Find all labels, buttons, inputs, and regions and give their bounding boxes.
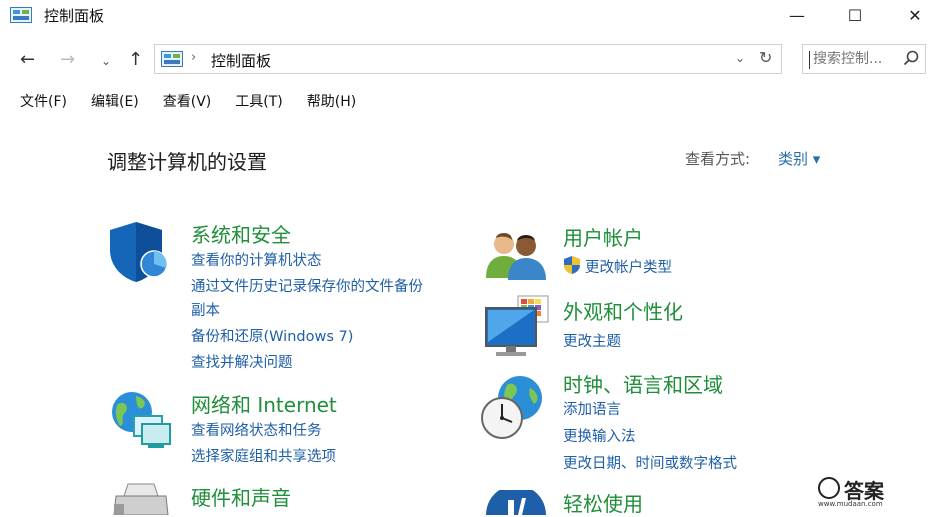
- link-change-input-method[interactable]: 更换输入法: [563, 425, 636, 446]
- network-internet-title[interactable]: 网络和 Internet: [191, 389, 337, 418]
- menu-edit[interactable]: 编辑(E): [91, 88, 139, 114]
- clock-language-region-title[interactable]: 时钟、语言和区域: [563, 369, 723, 398]
- up-arrow-icon[interactable]: ↑: [128, 49, 143, 70]
- network-globe-icon[interactable]: [108, 390, 174, 452]
- address-dropdown-chevron-icon[interactable]: ⌄: [735, 51, 745, 65]
- page-title: 调整计算机的设置: [107, 150, 267, 174]
- menu-tools[interactable]: 工具(T): [235, 88, 282, 114]
- link-change-theme[interactable]: 更改主题: [563, 330, 621, 351]
- link-view-computer-status[interactable]: 查看你的计算机状态: [191, 249, 322, 270]
- menu-bar: 文件(F) 编辑(E) 查看(V) 工具(T) 帮助(H): [0, 88, 932, 114]
- menu-file[interactable]: 文件(F): [20, 88, 67, 114]
- menu-help[interactable]: 帮助(H): [307, 88, 356, 114]
- link-backup-restore[interactable]: 备份和还原(Windows 7): [191, 325, 353, 346]
- view-by-label: 查看方式:: [685, 150, 751, 168]
- link-network-status-tasks[interactable]: 查看网络状态和任务: [191, 419, 322, 440]
- minimize-button[interactable]: —: [772, 0, 822, 30]
- link-file-history-backup-cont[interactable]: 副本: [191, 299, 220, 320]
- navigation-bar: ← → ⌄ ↑ › 控制面板 ⌄ ↻: [0, 40, 932, 78]
- text-caret: [809, 51, 810, 69]
- system-security-title[interactable]: 系统和安全: [191, 219, 291, 248]
- search-icon[interactable]: [903, 50, 919, 70]
- link-troubleshoot[interactable]: 查找并解决问题: [191, 351, 293, 372]
- appearance-monitor-icon[interactable]: [484, 294, 550, 360]
- breadcrumb-control-panel[interactable]: 控制面板: [211, 50, 271, 71]
- security-shield-icon[interactable]: [108, 220, 170, 284]
- hardware-sound-title[interactable]: 硬件和声音: [191, 482, 291, 511]
- breadcrumb-separator-icon[interactable]: ›: [191, 50, 196, 65]
- search-input[interactable]: [813, 48, 899, 70]
- watermark: 答案 www.mudaan.com: [818, 475, 898, 509]
- link-file-history-backup[interactable]: 通过文件历史记录保存你的文件备份: [191, 275, 423, 296]
- watermark-logo-icon: [818, 477, 840, 499]
- control-panel-icon: [161, 51, 183, 67]
- address-bar[interactable]: › 控制面板 ⌄ ↻: [154, 44, 782, 74]
- forward-arrow-icon[interactable]: →: [60, 49, 75, 70]
- uac-shield-icon: [564, 256, 580, 274]
- back-arrow-icon[interactable]: ←: [20, 49, 35, 70]
- link-change-date-time-format[interactable]: 更改日期、时间或数字格式: [563, 452, 737, 473]
- clock-globe-icon[interactable]: [480, 374, 548, 442]
- watermark-url: www.mudaan.com: [818, 500, 883, 508]
- menu-view[interactable]: 查看(V): [163, 88, 212, 114]
- link-change-account-type[interactable]: 更改帐户类型: [585, 256, 672, 277]
- window-title: 控制面板: [44, 7, 105, 25]
- recent-locations-chevron-icon[interactable]: ⌄: [101, 54, 111, 68]
- view-by-dropdown[interactable]: 类别 ▾: [778, 148, 820, 169]
- search-box[interactable]: [802, 44, 926, 74]
- users-icon[interactable]: [484, 228, 548, 280]
- maximize-button[interactable]: ☐: [830, 0, 880, 30]
- close-button[interactable]: ✕: [890, 0, 932, 30]
- link-homegroup-sharing[interactable]: 选择家庭组和共享选项: [191, 445, 336, 466]
- user-accounts-title[interactable]: 用户帐户: [563, 222, 643, 251]
- title-bar: 控制面板 — ☐ ✕: [0, 0, 932, 30]
- refresh-icon[interactable]: ↻: [759, 48, 772, 67]
- link-add-language[interactable]: 添加语言: [563, 398, 621, 419]
- ease-of-access-title[interactable]: 轻松使用: [563, 488, 643, 517]
- printer-icon[interactable]: [108, 482, 172, 515]
- appearance-personalization-title[interactable]: 外观和个性化: [563, 296, 683, 325]
- ease-of-access-icon[interactable]: [484, 490, 548, 515]
- control-panel-icon: [10, 7, 32, 23]
